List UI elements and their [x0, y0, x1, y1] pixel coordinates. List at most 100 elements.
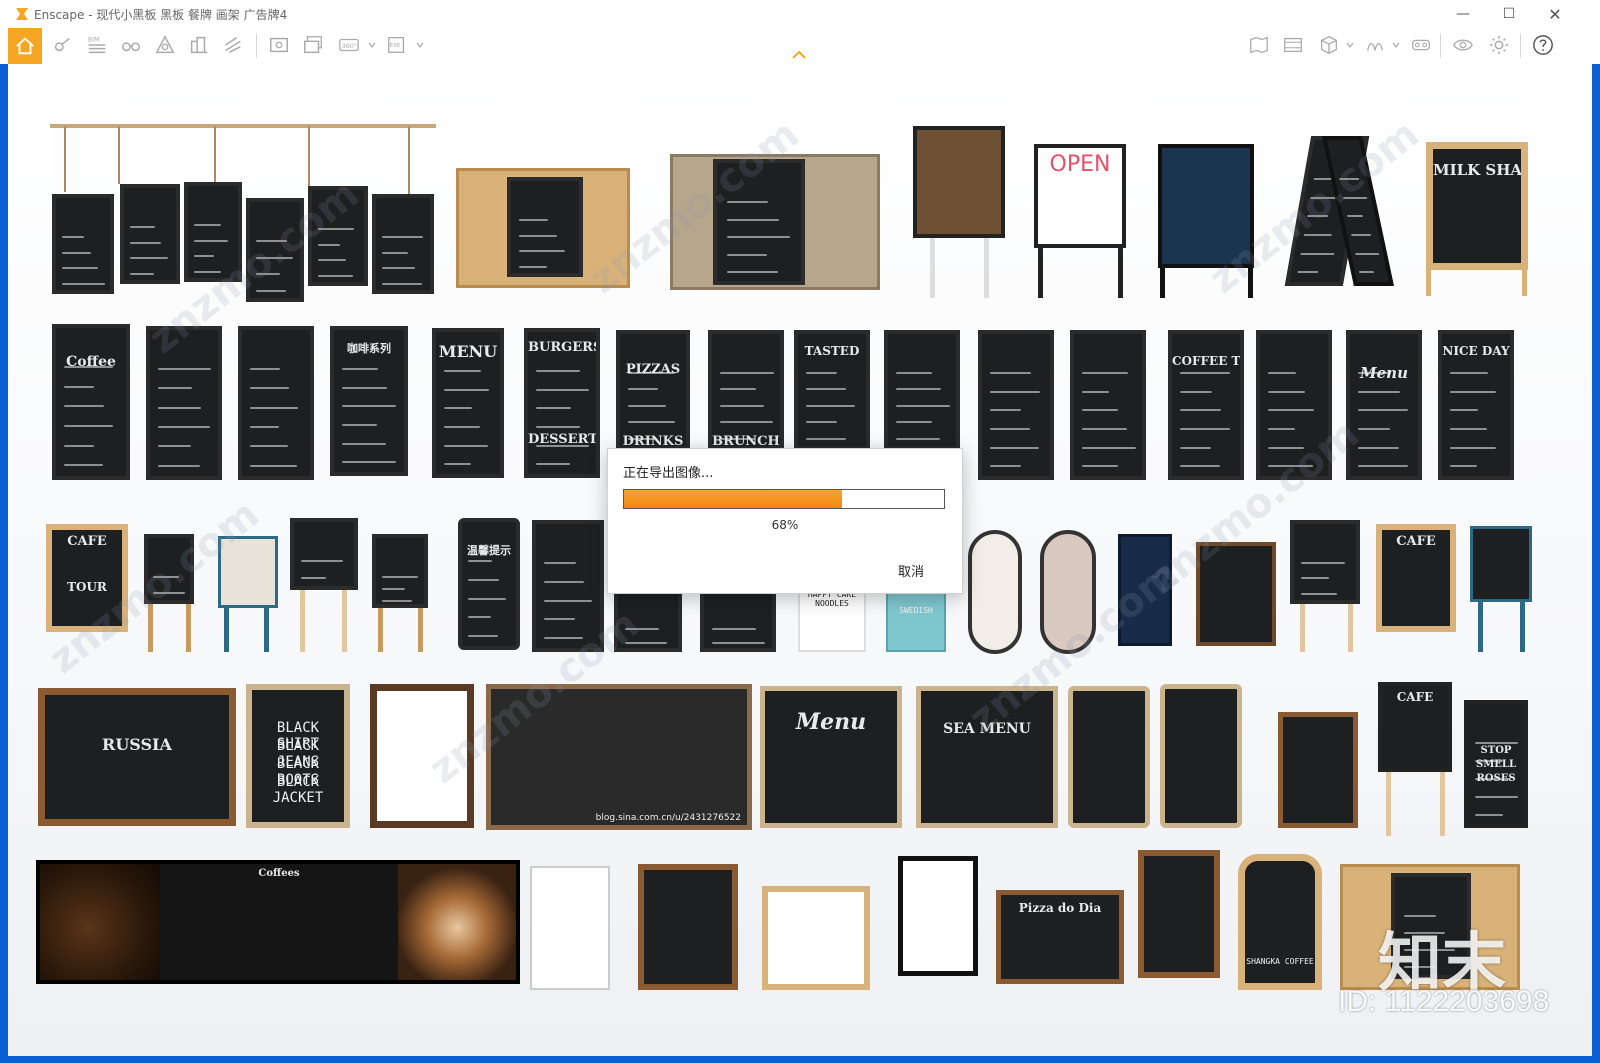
chalk-scribble — [543, 618, 576, 621]
chalk-scribble — [543, 637, 584, 640]
minimize-button[interactable]: — — [1440, 0, 1486, 28]
visual-settings-button[interactable] — [1448, 30, 1478, 60]
chalk-scribble — [158, 426, 210, 428]
help-button[interactable] — [1528, 30, 1558, 60]
settings-button[interactable] — [1484, 30, 1514, 60]
cube-view-button[interactable] — [1314, 30, 1344, 60]
atmosphere-chevron-down-icon[interactable] — [1392, 41, 1400, 49]
chalk-scribble — [342, 405, 397, 408]
drinks-title: DRINKS — [622, 434, 684, 449]
coffee-menu-board: Coffee — [52, 324, 130, 480]
hanging-chalkboard — [120, 184, 180, 284]
notice-title: 温馨提示 — [467, 544, 511, 557]
site-context-button[interactable] — [184, 30, 214, 60]
doodle-board — [1160, 684, 1242, 828]
screenshot-button[interactable] — [264, 30, 294, 60]
organizer-chalkboard — [507, 177, 583, 277]
asset-library-button[interactable] — [150, 30, 180, 60]
chalk-scribble — [896, 421, 932, 424]
panorama-button[interactable]: 360° — [334, 30, 364, 60]
cork-chalk-combo-board — [670, 154, 880, 290]
chalk-scribble — [318, 274, 354, 277]
coffee-banner-board: Coffees — [36, 860, 520, 984]
asset-id-watermark: ID: 1122203698 — [1338, 985, 1550, 1018]
collapse-toolbar-chevron-up-icon[interactable] — [792, 50, 806, 60]
video-editor-button[interactable] — [1278, 30, 1308, 60]
chalk-scribble — [301, 577, 327, 579]
chalk-scribble — [342, 461, 396, 464]
home-button[interactable] — [8, 28, 42, 64]
chalk-scribble — [1306, 215, 1329, 218]
stand-leg — [1038, 248, 1043, 298]
exe-export-button[interactable]: EXE — [382, 30, 412, 60]
chalk-scribble — [443, 407, 472, 410]
hanging-rope — [64, 126, 66, 192]
svg-text:360°: 360° — [342, 42, 357, 50]
chalk-scribble — [519, 219, 548, 221]
maximize-button[interactable]: ☐ — [1486, 0, 1532, 28]
batch-render-icon — [304, 36, 322, 54]
chalk-scribble — [318, 228, 354, 230]
chalk-scribble — [727, 201, 769, 203]
chalk-scribble — [536, 370, 581, 372]
coffee-time-board: COFFEE TIME — [1168, 330, 1244, 480]
chalk-scribble — [896, 437, 941, 440]
vr-headset-button[interactable] — [1406, 30, 1436, 60]
chalk-scribble — [158, 445, 192, 448]
vr-headset-icon — [1412, 39, 1430, 51]
screenshot-icon — [270, 37, 288, 53]
chalk-scribble — [250, 464, 298, 467]
chalk-scribble — [153, 592, 185, 594]
chalk-scribble — [64, 405, 104, 408]
tea-drinks-board — [1068, 686, 1150, 828]
hanging-chalkboard — [246, 198, 304, 302]
hanging-chalkboard — [184, 182, 242, 282]
batch-render-button[interactable] — [298, 30, 328, 60]
atmosphere-button[interactable] — [1360, 30, 1390, 60]
chalk-scribble — [1082, 428, 1128, 430]
chalk-scribble — [382, 282, 423, 285]
cancel-button[interactable]: 取消 — [898, 561, 924, 580]
chalk-scribble — [250, 406, 298, 409]
easel-leg — [1440, 772, 1445, 836]
chalk-scribble — [382, 267, 416, 269]
easel-leg — [300, 590, 305, 652]
chalk-scribble — [1350, 234, 1371, 236]
chalk-scribble — [194, 270, 221, 273]
chalk-scribble — [720, 437, 755, 440]
chalk-scribble — [1180, 465, 1221, 468]
coffee-chinese-board — [146, 326, 222, 480]
stand-leg — [1426, 270, 1431, 296]
burgers-title: BURGERS — [528, 340, 596, 355]
bim-list-button[interactable]: BIM — [82, 30, 112, 60]
panorama-chevron-down-icon[interactable] — [368, 41, 376, 49]
chalk-scribble — [1082, 409, 1119, 412]
chalk-scribble — [727, 271, 779, 274]
views-button[interactable] — [116, 30, 146, 60]
stand-leg — [930, 238, 935, 298]
chalk-scribble — [1358, 372, 1391, 374]
stand-leg — [1522, 270, 1527, 296]
floral-easel-board-2 — [372, 534, 428, 608]
business-lunch-board — [290, 518, 358, 590]
materials-button[interactable] — [218, 30, 248, 60]
pizzas-title: PIZZAS — [625, 362, 681, 377]
noodles-board: HAPPY CAKE NOODLES — [798, 586, 866, 652]
chalk-scribble — [64, 464, 103, 467]
cube-chevron-down-icon[interactable] — [1346, 41, 1354, 49]
chalk-scribble — [720, 372, 774, 374]
easel-leg — [186, 604, 191, 652]
chalk-scribble — [627, 388, 658, 391]
hanging-rope — [308, 126, 310, 186]
colorful-chalk-menu — [1196, 542, 1276, 646]
chalk-scribble — [1450, 465, 1478, 468]
white-aframe-board — [762, 886, 870, 990]
map-button[interactable] — [1244, 30, 1274, 60]
bim-tags-button[interactable] — [48, 30, 78, 60]
export-chevron-down-icon[interactable] — [416, 41, 424, 49]
chalk-scribble — [720, 404, 765, 407]
close-button[interactable]: ✕ — [1532, 0, 1578, 28]
toolbar-separator — [1520, 34, 1521, 58]
home-icon — [16, 37, 34, 55]
chalk-scribble — [1358, 428, 1391, 430]
